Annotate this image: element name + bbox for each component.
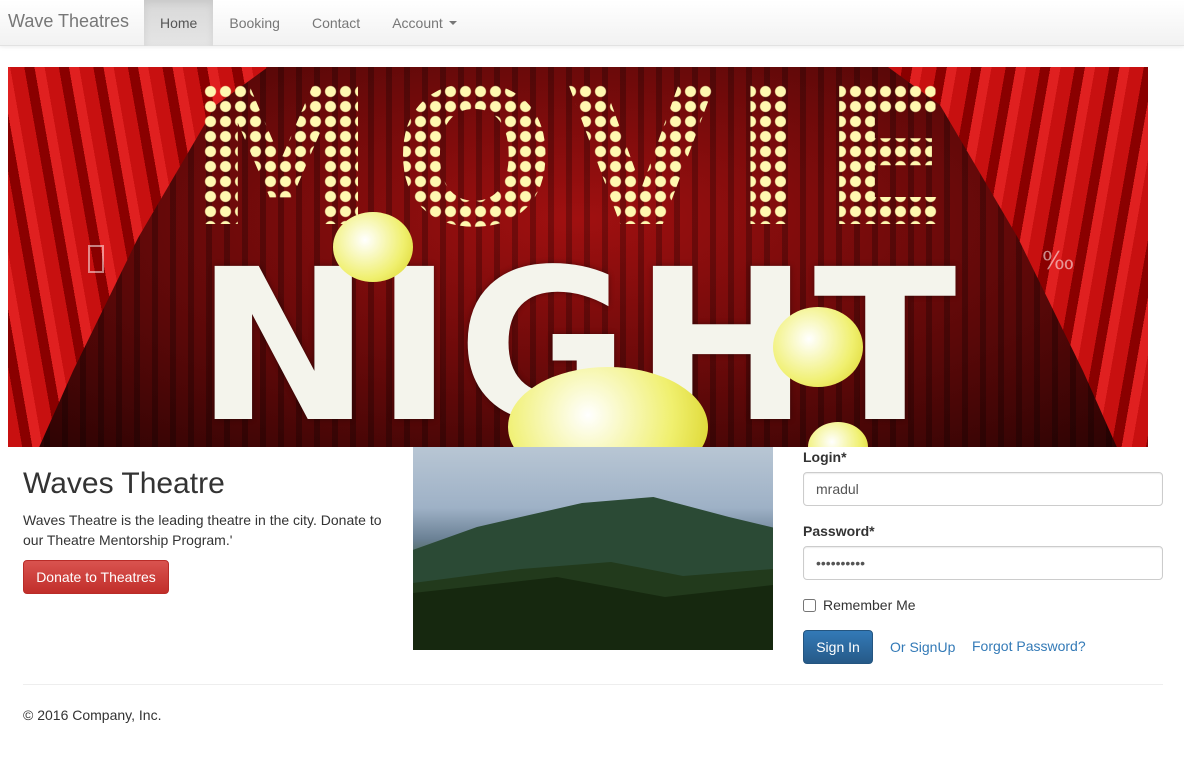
nav-account-dropdown[interactable]: Account	[376, 0, 473, 46]
donate-button[interactable]: Donate to Theatres	[23, 560, 169, 594]
login-input[interactable]	[803, 472, 1163, 506]
nav-account-label: Account	[392, 15, 443, 31]
nav-home-label: Home	[160, 15, 198, 31]
login-label: Login*	[803, 449, 847, 465]
password-input[interactable]	[803, 546, 1163, 580]
landscape-image	[413, 447, 773, 650]
popcorn-decoration	[773, 307, 863, 387]
chevron-left-icon[interactable]	[88, 245, 104, 273]
nav-contact-label: Contact	[311, 15, 361, 31]
sign-in-button[interactable]: Sign In	[803, 630, 873, 664]
section-description: Waves Theatre is the leading theatre in …	[23, 512, 382, 548]
remember-me[interactable]: Remember Me	[803, 597, 916, 613]
nav-contact[interactable]: Contact	[296, 0, 376, 46]
remember-me-label: Remember Me	[823, 597, 916, 613]
footer-copyright: © 2016 Company, Inc.	[23, 707, 162, 723]
popcorn-decoration	[333, 212, 413, 282]
section-title: Waves Theatre	[23, 467, 225, 500]
remember-me-checkbox[interactable]	[803, 598, 816, 612]
signup-link[interactable]: Or SignUp	[890, 639, 955, 655]
carousel-banner: MOVIE NIGHT ‰	[8, 67, 1148, 447]
carousel-next-control[interactable]: ‰	[1042, 247, 1074, 275]
password-label: Password*	[803, 523, 875, 539]
caret-down-icon	[448, 21, 457, 25]
forgot-password-link[interactable]: Forgot Password?	[972, 638, 1086, 654]
nav-home[interactable]: Home	[144, 0, 214, 46]
nav-booking[interactable]: Booking	[213, 0, 296, 46]
banner-word-movie: MOVIE	[8, 67, 1148, 254]
nav-booking-label: Booking	[229, 15, 280, 31]
nav-menu: Home Booking Contact Account	[144, 0, 473, 46]
brand-link[interactable]: Wave Theatres	[8, 11, 129, 32]
navbar: Wave Theatres Home Booking Contact Accou…	[0, 0, 1184, 46]
footer-divider	[23, 684, 1163, 685]
